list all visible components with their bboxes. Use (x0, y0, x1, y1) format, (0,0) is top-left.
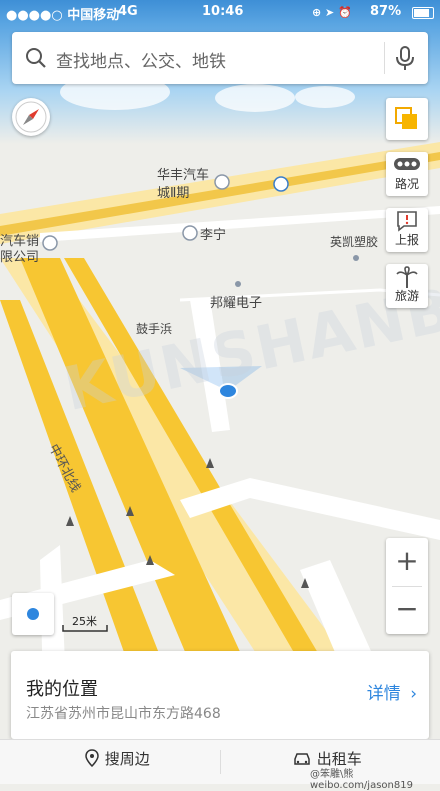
clock: 10:46 (202, 4, 244, 19)
status-icons: ⊕ ➤ ⏰ (312, 6, 352, 19)
report-label: 上报 (394, 233, 419, 247)
layers-button[interactable] (386, 98, 428, 140)
map-label-bangyao: 邦耀电子 (210, 296, 263, 311)
map-label-yingkai: 英凯塑胶 (330, 235, 379, 249)
compass-button[interactable] (12, 98, 50, 136)
tourism-label: 旅游 (394, 289, 419, 303)
report-button[interactable]: 上报 (386, 208, 428, 252)
cloud (295, 86, 355, 108)
zoom-in-button[interactable]: + (386, 538, 428, 586)
carrier-label: ●●●●○ 中国移动 (6, 8, 120, 23)
traffic-label: 路况 (394, 177, 419, 191)
report-icon (397, 211, 417, 232)
compass-icon (15, 101, 47, 133)
traffic-button[interactable]: 路况 (386, 152, 428, 196)
map-label-huafeng: 华丰汽车 (157, 168, 210, 183)
location-dot-icon (27, 608, 39, 620)
search-nearby-button[interactable]: 搜周边 (84, 748, 150, 769)
search-bar[interactable]: 查找地点、公交、地铁 (12, 32, 428, 84)
zoom-out-button[interactable]: − (386, 586, 428, 634)
traffic-icon (394, 158, 420, 170)
map-scale: 25米 (62, 613, 108, 633)
pin-icon (85, 749, 99, 768)
details-link[interactable]: 详情 › (367, 679, 417, 704)
zoom-control: + − (386, 538, 428, 634)
details-label: 详情 (366, 684, 401, 704)
layers-icon (395, 107, 417, 129)
my-location-button[interactable] (12, 593, 54, 635)
divider (384, 42, 385, 74)
car-icon (294, 753, 310, 765)
microphone-icon[interactable] (394, 45, 416, 71)
divider (220, 750, 221, 774)
tourism-button[interactable]: 旅游 (386, 264, 428, 308)
map-label-lining: 李宁 (200, 228, 227, 243)
location-address: 江苏省苏州市昆山市东方路468 (26, 706, 221, 722)
scale-bar (62, 625, 108, 632)
weibo-credit: @笨雕\熊 weibo.com/jason819 (310, 769, 413, 791)
search-input[interactable]: 查找地点、公交、地铁 (56, 47, 226, 72)
search-nearby-label: 搜周边 (104, 750, 150, 768)
search-icon (26, 48, 46, 68)
status-bar: ●●●●○ 中国移动 4G 10:46 ⊕ ➤ ⏰ 87% (0, 0, 440, 24)
cloud (215, 84, 295, 112)
location-card[interactable]: 我的位置 江苏省苏州市昆山市东方路468 详情 › (11, 651, 429, 739)
network-label: 4G (118, 4, 138, 19)
chevron-right-icon: › (410, 684, 417, 704)
battery-icon (412, 7, 434, 19)
battery-percent: 87% (370, 4, 402, 19)
map-label-car-sales-2: 限公司 (0, 250, 40, 265)
map-label-chengii: 城Ⅱ期 (157, 186, 190, 201)
location-title: 我的位置 (26, 679, 98, 700)
